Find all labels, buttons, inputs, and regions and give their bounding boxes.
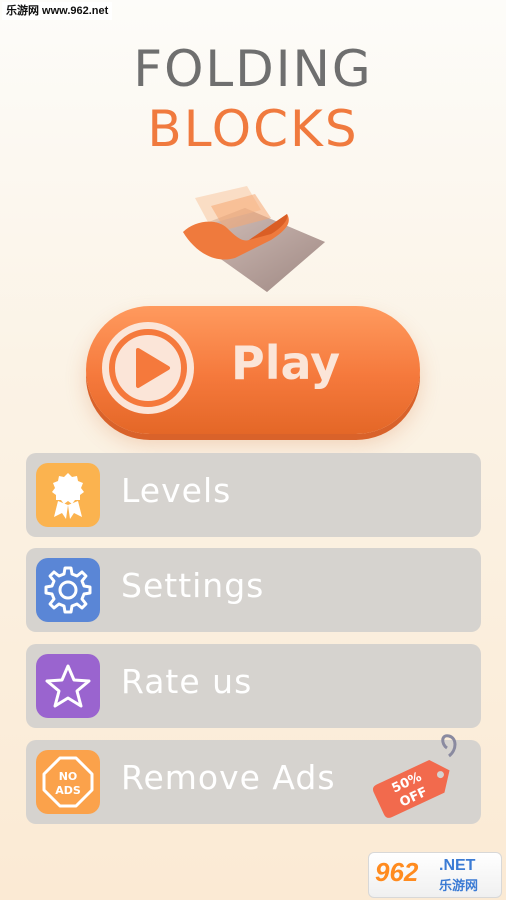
- star-icon: [45, 664, 91, 708]
- settings-icon-tile: [36, 558, 100, 622]
- levels-button[interactable]: Levels: [26, 453, 481, 537]
- ribbon-badge-icon: [52, 473, 84, 519]
- watermark-top: 乐游网 www.962.net: [2, 2, 113, 20]
- play-icon: [109, 329, 187, 407]
- remove-ads-label: Remove Ads: [121, 758, 336, 797]
- play-button[interactable]: Play: [86, 306, 420, 434]
- levels-label: Levels: [121, 471, 232, 510]
- remove-ads-button[interactable]: NO ADS Remove Ads 50% OFF: [26, 734, 481, 824]
- settings-button[interactable]: Settings: [26, 548, 481, 632]
- title-folding: FOLDING: [133, 40, 373, 98]
- no-ads-icon: NO ADS: [42, 756, 94, 808]
- title-blocks: BLOCKS: [147, 100, 359, 158]
- svg-text:ADS: ADS: [55, 784, 81, 797]
- rate-us-label: Rate us: [121, 662, 253, 701]
- watermark-logo: 962 .NET 乐游网: [368, 852, 502, 898]
- sale-tag-50-off: 50% OFF: [372, 734, 457, 818]
- play-label: Play: [231, 336, 341, 390]
- folding-block-logo: [183, 186, 325, 292]
- gear-icon: [44, 566, 92, 614]
- rate-us-icon-tile: [36, 654, 100, 718]
- watermark-net: .NET: [439, 857, 476, 874]
- watermark-number: 962: [375, 857, 419, 887]
- levels-icon-tile: [36, 463, 100, 527]
- watermark-cn: 乐游网: [439, 879, 479, 894]
- play-icon-circle: [102, 322, 194, 414]
- remove-ads-icon-tile: NO ADS: [36, 750, 100, 814]
- svg-text:NO: NO: [59, 770, 78, 783]
- rate-us-button[interactable]: Rate us: [26, 644, 481, 728]
- settings-label: Settings: [121, 566, 265, 605]
